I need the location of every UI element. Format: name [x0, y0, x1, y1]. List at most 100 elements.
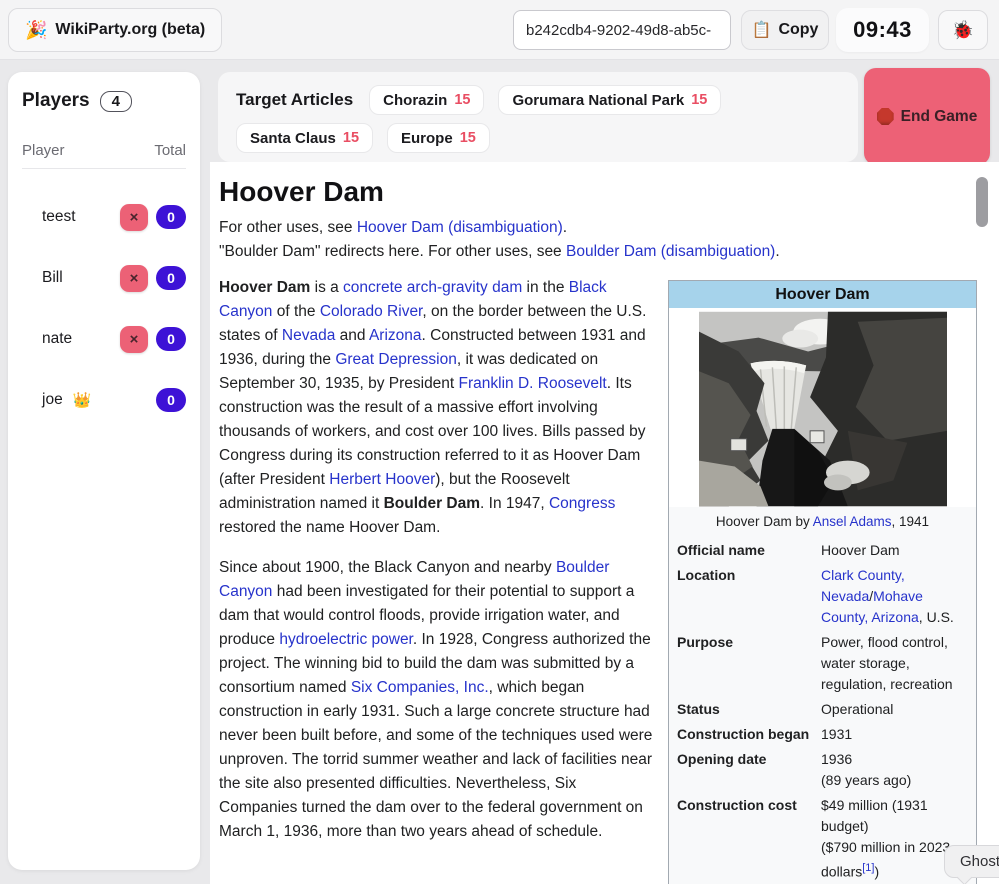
infobox-caption: Hoover Dam by Ansel Adams, 1941 — [669, 507, 976, 538]
players-title: Players — [22, 90, 90, 112]
kick-player-button[interactable]: × — [120, 326, 148, 353]
player-row: nate × 0 — [22, 324, 186, 354]
stop-sign-icon — [877, 108, 894, 125]
copy-button[interactable]: 📋 Copy — [741, 10, 829, 50]
target-label: Santa Claus — [250, 130, 336, 147]
infobox-value: 1936(89 years ago) — [819, 747, 976, 793]
end-game-button[interactable]: End Game — [864, 68, 990, 165]
infobox-value: 1931 — [819, 722, 976, 747]
text-run: Operational — [821, 701, 893, 717]
infobox-row: Purpose Power, flood control, water stor… — [669, 630, 976, 697]
wiki-link[interactable]: Colorado River — [320, 303, 423, 320]
player-name: Bill — [42, 269, 63, 287]
text-run: is a — [310, 279, 343, 296]
wiki-link[interactable]: Franklin D. Roosevelt — [459, 375, 607, 392]
infobox-value: Operational — [819, 697, 976, 722]
crown-icon: 👑 — [73, 391, 92, 409]
text-run: For other uses, see — [219, 219, 357, 236]
target-count: 15 — [460, 130, 476, 146]
ghost-tooltip[interactable]: Ghost — [944, 845, 999, 878]
citation-ref[interactable]: [1] — [862, 862, 874, 874]
kick-player-button[interactable]: × — [120, 265, 148, 292]
header-divider — [22, 168, 186, 169]
target-pill-santa-claus[interactable]: Santa Claus 15 — [236, 123, 373, 153]
target-count: 15 — [343, 130, 359, 146]
wiki-link[interactable]: Six Companies, Inc. — [351, 679, 489, 696]
text-run: . — [563, 219, 567, 236]
text-run: and — [335, 327, 369, 344]
player-name: joe — [42, 391, 63, 409]
infobox-row: Status Operational — [669, 697, 976, 722]
hatnote: "Boulder Dam" redirects here. For other … — [219, 240, 977, 264]
home-logo-button[interactable]: 🎉 WikiParty.org (beta) — [8, 8, 222, 52]
column-total: Total — [154, 142, 186, 166]
text-run: , U.S. — [919, 609, 954, 625]
target-pill-chorazin[interactable]: Chorazin 15 — [369, 85, 484, 115]
infobox-value: Hoover Dam — [819, 538, 976, 563]
players-count-badge: 4 — [100, 91, 132, 112]
infobox-row: Construction cost $49 million (1931 budg… — [669, 793, 976, 884]
player-total-badge: 0 — [156, 327, 186, 351]
report-bug-button[interactable]: 🐞 — [938, 10, 988, 50]
infobox-label: Construction cost — [669, 793, 819, 884]
text-run: $49 million (1931 budget) — [821, 797, 928, 834]
party-popper-icon: 🎉 — [25, 20, 47, 41]
text-run: Since about 1900, the Black Canyon and n… — [219, 559, 556, 576]
players-sidebar: Players 4 Player Total teest × 0 Bill × … — [8, 72, 200, 870]
player-name: nate — [42, 330, 72, 348]
game-timer: 09:43 — [836, 8, 929, 52]
target-label: Gorumara National Park — [512, 92, 684, 109]
infobox-row: Opening date 1936(89 years ago) — [669, 747, 976, 793]
app-title: WikiParty.org (beta) — [55, 21, 205, 39]
target-pill-gorumara[interactable]: Gorumara National Park 15 — [498, 85, 721, 115]
wiki-link[interactable]: Herbert Hoover — [329, 471, 435, 488]
player-row: Bill × 0 — [22, 263, 186, 293]
article-infobox: Hoover Dam — [668, 280, 977, 884]
bold-text: Hoover Dam — [219, 279, 310, 296]
text-run: , which began construction in early 1931… — [219, 679, 652, 840]
wiki-link[interactable]: Congress — [549, 495, 615, 512]
player-row: joe 👑 0 — [22, 385, 186, 415]
kick-player-button[interactable]: × — [120, 204, 148, 231]
text-run: Hoover Dam by — [716, 514, 813, 529]
text-run: of the — [272, 303, 319, 320]
wiki-link[interactable]: Great Depression — [335, 351, 456, 368]
clipboard-icon: 📋 — [752, 20, 772, 40]
players-header: Players 4 — [22, 90, 132, 112]
text-run: , 1941 — [892, 514, 930, 529]
target-count: 15 — [454, 92, 470, 108]
article-body: Hoover Dam — [219, 276, 977, 844]
text-run: ) — [874, 864, 879, 880]
wiki-link[interactable]: Hoover Dam (disambiguation) — [357, 219, 563, 236]
infobox-value: Power, flood control, water storage, reg… — [819, 630, 976, 697]
infobox-row: Official name Hoover Dam — [669, 538, 976, 563]
players-column-headers: Player Total — [22, 142, 186, 166]
infobox-label: Status — [669, 697, 819, 722]
text-run: Power, flood control, water storage, reg… — [821, 634, 953, 692]
wiki-link[interactable]: Nevada — [282, 327, 335, 344]
target-pill-europe[interactable]: Europe 15 — [387, 123, 490, 153]
wiki-link[interactable]: Ansel Adams — [813, 514, 892, 529]
article-scrollbar-thumb[interactable] — [976, 177, 988, 227]
infobox-label: Construction began — [669, 722, 819, 747]
text-run: Hoover Dam — [821, 542, 900, 558]
text-run: . — [775, 243, 779, 260]
game-id-input[interactable] — [513, 10, 731, 50]
wiki-article-panel: Hoover Dam For other uses, see Hoover Da… — [210, 162, 999, 884]
player-total-badge: 0 — [156, 205, 186, 229]
wiki-link[interactable]: Arizona — [369, 327, 422, 344]
target-label: Europe — [401, 130, 453, 147]
column-player: Player — [22, 142, 65, 166]
target-label: Chorazin — [383, 92, 447, 109]
wiki-link[interactable]: hydroelectric power — [279, 631, 413, 648]
article-title: Hoover Dam — [219, 176, 977, 208]
infobox-photo[interactable] — [669, 308, 976, 507]
wiki-link[interactable]: Boulder Dam (disambiguation) — [566, 243, 775, 260]
wiki-link[interactable]: concrete arch-gravity dam — [343, 279, 522, 296]
hatnote: For other uses, see Hoover Dam (disambig… — [219, 216, 977, 240]
infobox-row: Construction began 1931 — [669, 722, 976, 747]
infobox-label: Opening date — [669, 747, 819, 793]
infobox-value: Clark County, Nevada/Mohave County, Ariz… — [819, 563, 976, 630]
copy-button-label: Copy — [778, 21, 818, 39]
ghost-tooltip-label: Ghost — [960, 853, 999, 870]
